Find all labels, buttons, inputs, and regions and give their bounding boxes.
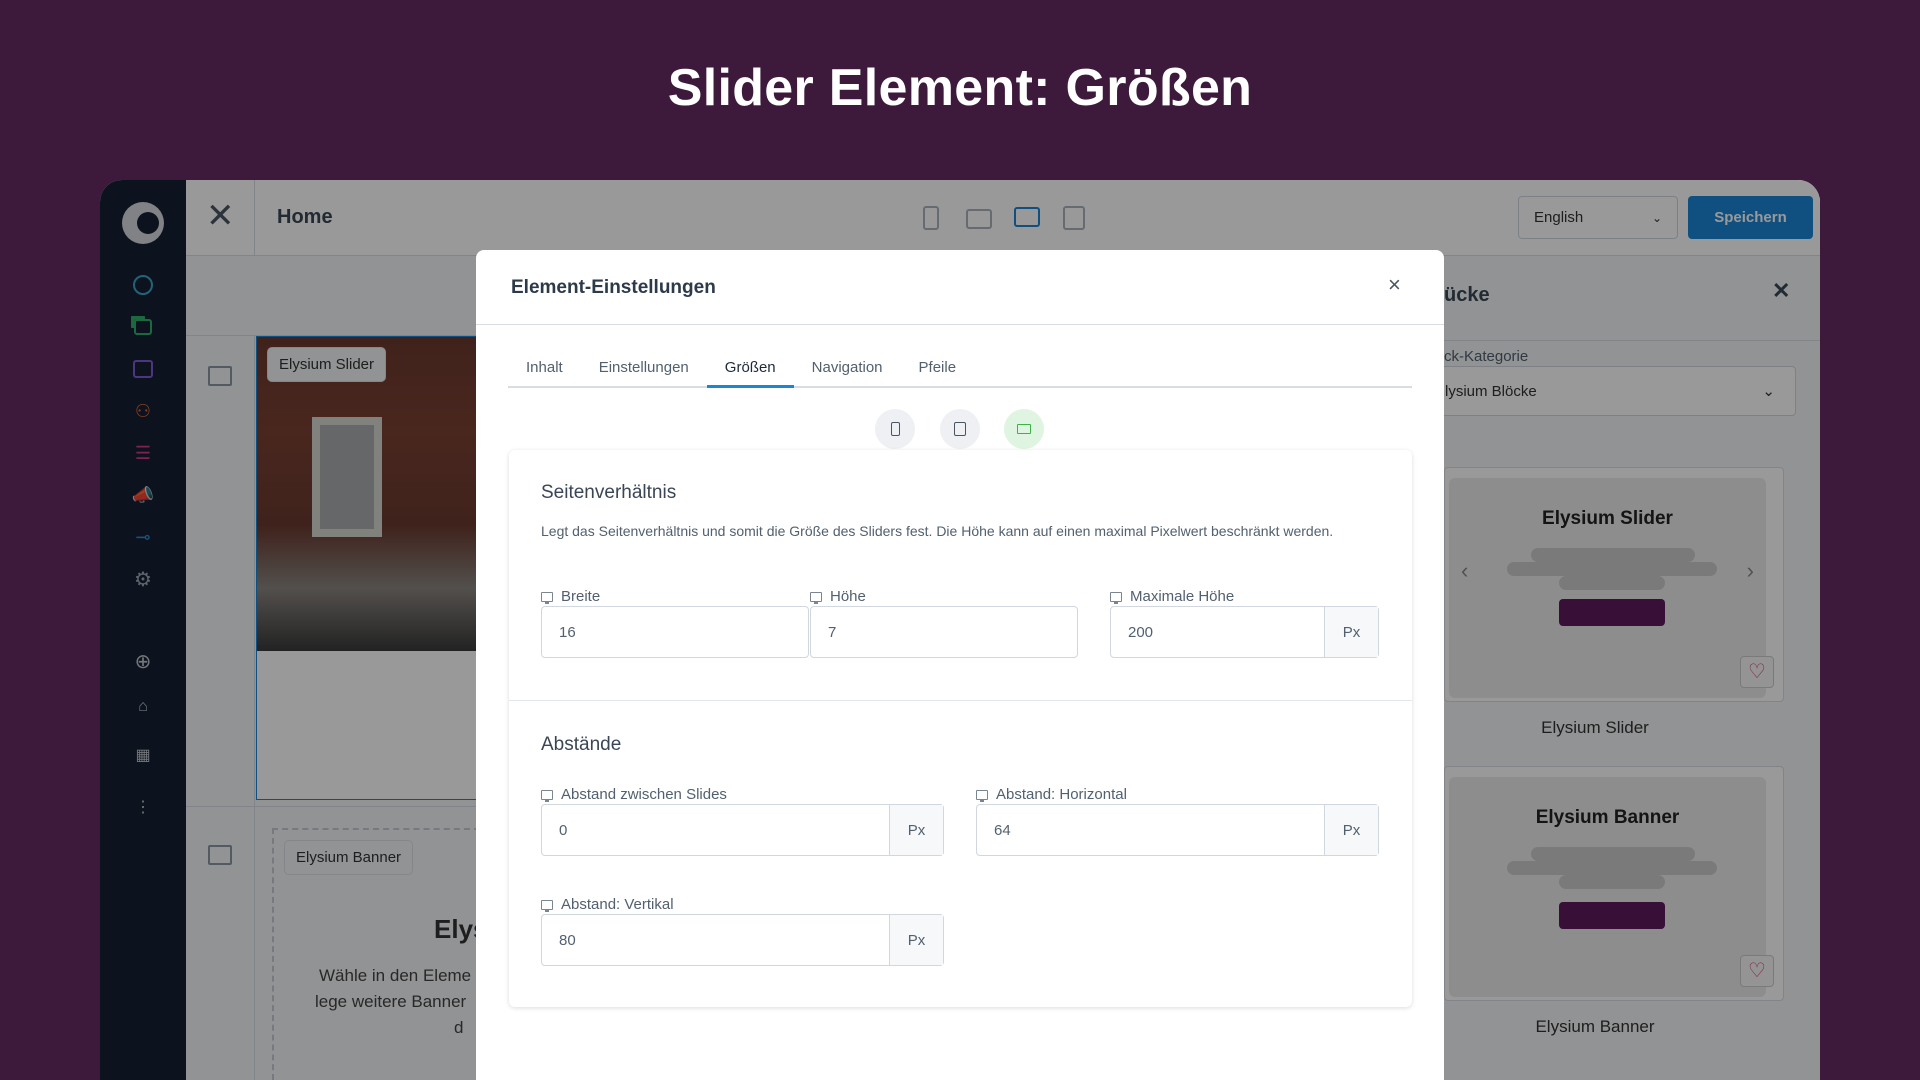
desktop-icon xyxy=(541,789,553,802)
unit-suffix: Px xyxy=(1324,805,1378,855)
vertical-label: Abstand: Vertikal xyxy=(541,896,674,913)
divider xyxy=(509,700,1412,701)
mobile-device-button[interactable] xyxy=(875,409,915,449)
desktop-icon xyxy=(810,591,822,604)
tab-navigation[interactable]: Navigation xyxy=(794,350,901,388)
unit-suffix: Px xyxy=(1324,607,1378,657)
page-headline: Slider Element: Größen xyxy=(667,59,1253,117)
max-height-label: Maximale Höhe xyxy=(1110,588,1234,605)
desktop-icon xyxy=(541,899,553,912)
divider xyxy=(476,324,1444,325)
tab-inhalt[interactable]: Inhalt xyxy=(508,350,581,388)
section-heading: Seitenverhältnis xyxy=(541,482,677,503)
height-label: Höhe xyxy=(810,588,866,605)
tab-bar: Inhalt Einstellungen Größen Navigation P… xyxy=(508,350,1412,388)
tablet-device-button[interactable] xyxy=(940,409,980,449)
horizontal-label: Abstand: Horizontal xyxy=(976,786,1127,803)
element-settings-modal: Element-Einstellungen × Inhalt Einstellu… xyxy=(476,250,1444,1080)
horizontal-input[interactable]: 64 Px xyxy=(976,804,1379,856)
max-height-input[interactable]: 200 Px xyxy=(1110,606,1379,658)
gap-label: Abstand zwischen Slides xyxy=(541,786,727,803)
close-icon[interactable]: × xyxy=(1388,272,1401,298)
settings-panel: Seitenverhältnis Legt das Seitenverhältn… xyxy=(509,450,1412,1007)
unit-suffix: Px xyxy=(889,915,943,965)
tab-groessen[interactable]: Größen xyxy=(706,350,794,388)
width-input[interactable]: 16 xyxy=(541,606,809,658)
section-description: Legt das Seitenverhältnis und somit die … xyxy=(541,523,1334,539)
tablet-icon xyxy=(954,422,966,436)
desktop-icon xyxy=(1110,591,1122,604)
desktop-icon xyxy=(541,591,553,604)
unit-suffix: Px xyxy=(889,805,943,855)
modal-title: Element-Einstellungen xyxy=(511,277,716,298)
section-heading: Abstände xyxy=(541,734,622,755)
tab-einstellungen[interactable]: Einstellungen xyxy=(581,350,707,388)
mobile-icon xyxy=(890,422,900,436)
desktop-icon xyxy=(1017,424,1031,434)
desktop-device-button[interactable] xyxy=(1004,409,1044,449)
tab-pfeile[interactable]: Pfeile xyxy=(901,350,975,388)
vertical-input[interactable]: 80 Px xyxy=(541,914,944,966)
width-label: Breite xyxy=(541,588,600,605)
gap-input[interactable]: 0 Px xyxy=(541,804,944,856)
desktop-icon xyxy=(976,789,988,802)
height-input[interactable]: 7 xyxy=(810,606,1078,658)
